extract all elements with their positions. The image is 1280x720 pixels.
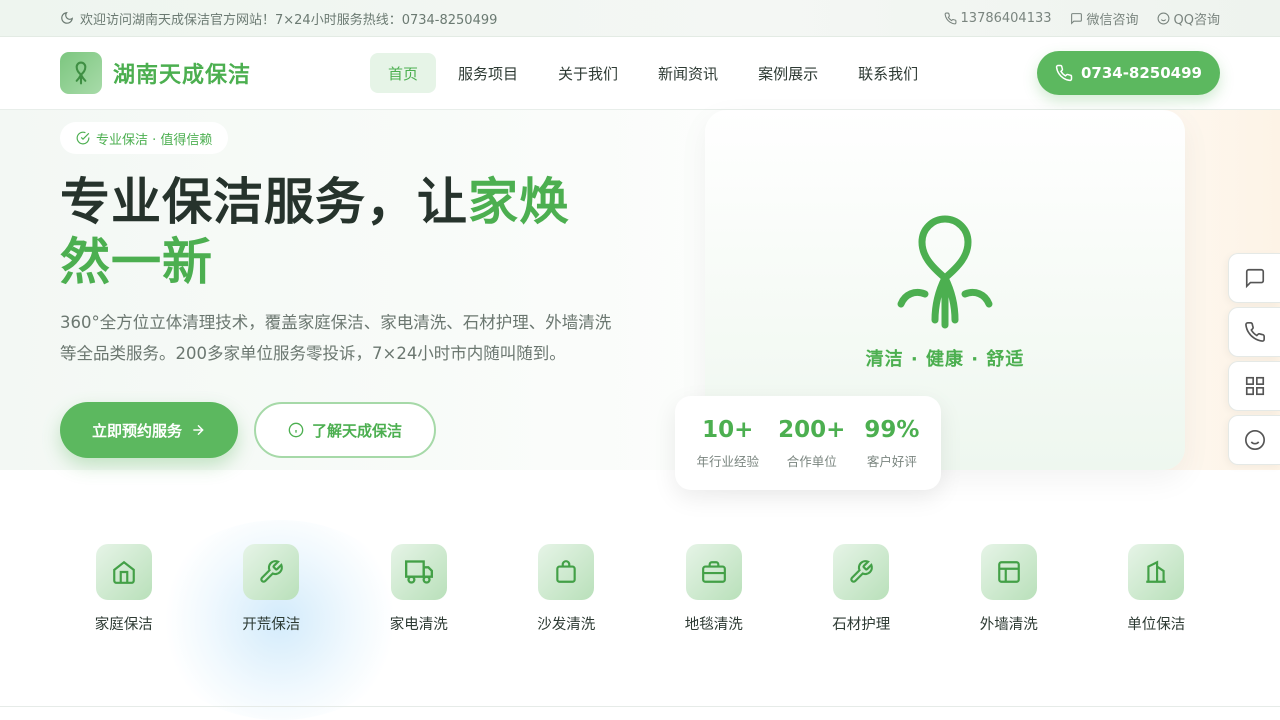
nav-about[interactable]: 关于我们 — [540, 53, 636, 93]
bag-icon — [538, 544, 595, 600]
nav-home[interactable]: 首页 — [370, 53, 437, 93]
wrench-icon — [833, 544, 890, 600]
badge-text: 专业保洁 · 值得信赖 — [96, 132, 213, 148]
stat-label: 合作单位 — [786, 453, 837, 469]
stats-card: 10+ 年行业经验 200+ 合作单位 99% 客户好评 — [675, 396, 941, 490]
site-header: 湖南天成保洁 首页 服务项目 关于我们 新闻资讯 案例展示 联系我们 0734-… — [0, 37, 1280, 110]
qq-label: QQ咨询 — [1173, 12, 1220, 28]
stat-value: 10+ — [702, 416, 754, 443]
hotline-button[interactable]: 0734-8250499 — [1036, 51, 1220, 95]
phone-icon — [1055, 64, 1073, 82]
hero-description: 360°全方位立体清理技术，覆盖家庭保洁、家电清洗、石材护理、外墙清洗等全品类服… — [60, 313, 612, 363]
service-appliance-cleaning[interactable]: 家电清洗 — [345, 544, 493, 634]
hero-section: 专业保洁 · 值得信赖 专业保洁服务，让家焕然一新 360°全方位立体清理技术，… — [0, 110, 1280, 470]
building-icon — [1128, 544, 1185, 600]
brand-name: 湖南天成保洁 — [113, 63, 252, 88]
section-divider — [0, 706, 1280, 707]
service-sofa-cleaning[interactable]: 沙发清洗 — [493, 544, 641, 634]
welcome-text: 欢迎访问湖南天成保洁官方网站！7×24小时服务热线：0734-8250499 — [80, 12, 498, 28]
service-label: 家电清洗 — [389, 617, 448, 633]
service-home-cleaning[interactable]: 家庭保洁 — [50, 544, 198, 634]
services-row: 家庭保洁 开荒保洁 家电清洗 沙发清洗 地毯清洗 石材护理 外墙清洗 单位保洁 — [50, 544, 1230, 634]
service-label: 开荒保洁 — [242, 617, 301, 633]
smile-icon — [1244, 430, 1265, 450]
nav-services[interactable]: 服务项目 — [440, 53, 536, 93]
smile-icon — [1157, 12, 1169, 24]
book-service-label: 立即预约服务 — [91, 421, 182, 440]
cleaning-logo-icon — [897, 215, 993, 329]
main-nav: 首页 服务项目 关于我们 新闻资讯 案例展示 联系我们 — [370, 53, 936, 93]
service-label: 家庭保洁 — [94, 617, 153, 633]
service-facade-cleaning[interactable]: 外墙清洗 — [935, 544, 1083, 634]
side-qrcode-button[interactable] — [1228, 361, 1280, 411]
stat-value: 200+ — [778, 416, 846, 443]
wechat-label: 微信咨询 — [1086, 12, 1139, 28]
service-stone-care[interactable]: 石材护理 — [788, 544, 936, 634]
service-carpet-cleaning[interactable]: 地毯清洗 — [640, 544, 788, 634]
side-chat-button[interactable] — [1228, 253, 1280, 303]
stat-label: 年行业经验 — [696, 453, 760, 469]
service-label: 沙发清洗 — [537, 617, 596, 633]
home-icon — [95, 544, 152, 600]
welcome-message: 欢迎访问湖南天成保洁官方网站！7×24小时服务热线：0734-8250499 — [60, 0, 497, 36]
moon-icon — [61, 12, 73, 24]
card-slogan: 清洁 · 健康 · 舒适 — [865, 349, 1025, 370]
grid-icon — [1245, 376, 1264, 396]
stat-rating: 99% 客户好评 — [864, 417, 919, 470]
mobile-number: 13786404133 — [960, 10, 1052, 26]
about-company-label: 了解天成保洁 — [311, 421, 402, 440]
service-label: 外墙清洗 — [979, 617, 1038, 633]
wrench-icon — [243, 544, 300, 600]
stat-partners: 200+ 合作单位 — [778, 417, 845, 470]
nav-contact[interactable]: 联系我们 — [840, 53, 936, 93]
phone-icon — [944, 12, 956, 24]
service-label: 石材护理 — [832, 617, 891, 633]
top-bar: 欢迎访问湖南天成保洁官方网站！7×24小时服务热线：0734-8250499 1… — [0, 0, 1280, 37]
topbar-contacts: 13786404133 微信咨询 QQ咨询 — [944, 0, 1220, 36]
briefcase-icon — [685, 544, 742, 600]
qq-link[interactable]: QQ咨询 — [1157, 9, 1220, 28]
check-circle-icon — [76, 131, 90, 145]
nav-cases[interactable]: 案例展示 — [740, 53, 836, 93]
arrow-right-icon — [193, 424, 204, 436]
about-company-button[interactable]: 了解天成保洁 — [254, 402, 436, 458]
nav-news[interactable]: 新闻资讯 — [640, 53, 736, 93]
side-phone-button[interactable] — [1228, 307, 1280, 357]
floating-side-bar — [1228, 253, 1280, 465]
mobile-link[interactable]: 13786404133 — [944, 11, 1052, 26]
service-move-in-cleaning[interactable]: 开荒保洁 — [198, 544, 346, 634]
phone-icon — [1244, 322, 1265, 342]
logo[interactable]: 湖南天成保洁 — [60, 52, 251, 94]
logo-icon — [60, 52, 102, 94]
hero-badge: 专业保洁 · 值得信赖 — [60, 122, 229, 154]
stat-label: 客户好评 — [866, 453, 917, 469]
stat-experience: 10+ 年行业经验 — [697, 417, 760, 470]
side-qq-button[interactable] — [1228, 415, 1280, 465]
info-icon — [288, 422, 304, 438]
hero-title: 专业保洁服务，让家焕然一新 — [60, 172, 620, 292]
hotline-number: 0734-8250499 — [1080, 64, 1202, 82]
truck-icon — [390, 544, 447, 600]
layout-icon — [980, 544, 1037, 600]
wechat-link[interactable]: 微信咨询 — [1070, 9, 1139, 28]
service-label: 单位保洁 — [1127, 617, 1186, 633]
service-label: 地毯清洗 — [684, 617, 743, 633]
chat-icon — [1070, 12, 1082, 25]
hero-title-main: 专业保洁服务，让 — [60, 173, 468, 231]
book-service-button[interactable]: 立即预约服务 — [60, 402, 238, 458]
service-office-cleaning[interactable]: 单位保洁 — [1083, 544, 1231, 634]
stat-value: 99% — [864, 416, 920, 443]
chat-icon — [1245, 268, 1264, 289]
